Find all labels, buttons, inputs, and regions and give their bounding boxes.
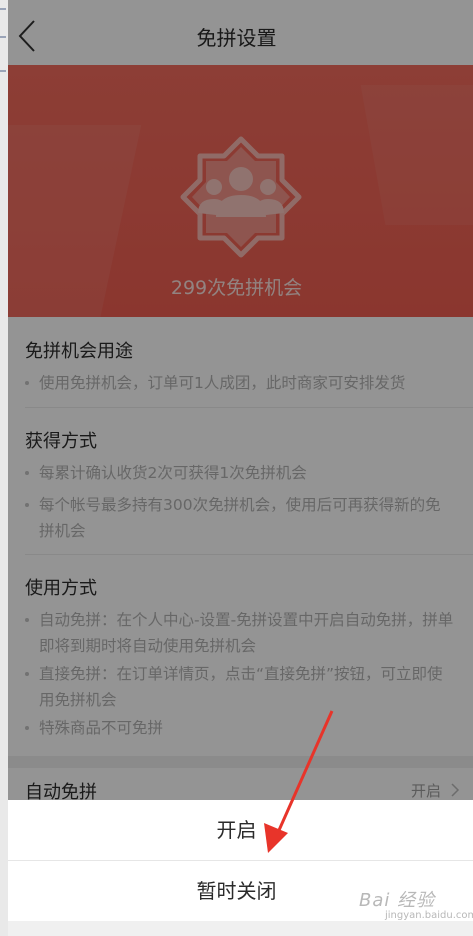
modal-overlay[interactable]: [0, 0, 473, 936]
enable-button[interactable]: 开启: [0, 800, 473, 860]
watermark-logo: Bai 经验 jingyan.baidu.com: [359, 890, 473, 921]
left-edge-strip: [0, 0, 8, 936]
annotation-arrow-icon: [264, 710, 334, 853]
